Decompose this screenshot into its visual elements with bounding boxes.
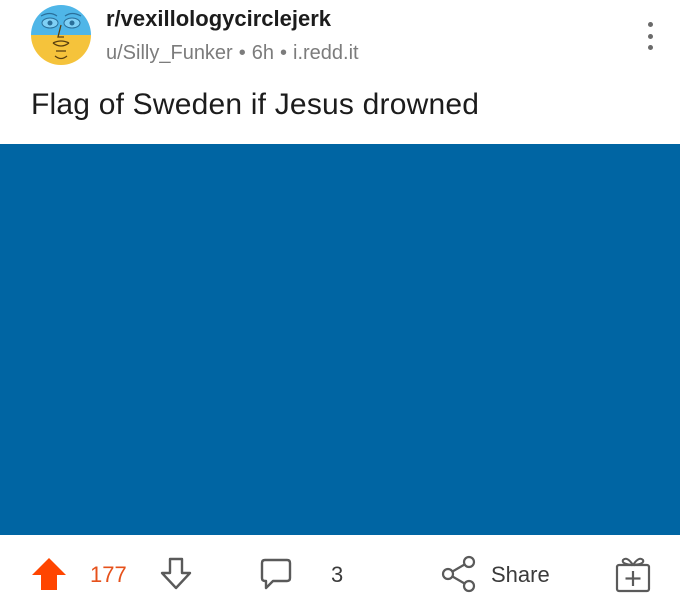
author-link[interactable]: u/Silly_Funker xyxy=(106,42,233,64)
downvote-arrow-icon[interactable] xyxy=(158,557,194,596)
menu-dot xyxy=(647,33,653,39)
menu-dot xyxy=(647,22,653,27)
vote-count: 177 xyxy=(90,562,127,587)
upvote-arrow-icon[interactable] xyxy=(30,557,68,596)
post-meta: u/Silly_Funker • 6h • i.redd.it xyxy=(106,42,359,65)
share-icon[interactable] xyxy=(441,555,477,598)
more-vertical-icon[interactable] xyxy=(638,18,662,54)
meta-separator: • xyxy=(279,42,287,64)
subreddit-avatar[interactable] xyxy=(31,5,91,65)
post-action-bar: 177 3 Share xyxy=(0,535,680,611)
avatar-icon xyxy=(31,5,91,65)
post-age: 6h xyxy=(251,42,274,64)
menu-dot xyxy=(647,45,653,50)
gift-award-icon[interactable] xyxy=(614,555,652,598)
comment-count: 3 xyxy=(331,562,344,587)
subreddit-name[interactable]: r/vexillologycirclejerk xyxy=(106,6,331,32)
post-domain[interactable]: i.redd.it xyxy=(293,42,359,64)
meta-separator: • xyxy=(238,42,246,64)
post-header: r/vexillologycirclejerk u/Silly_Funker • 6… xyxy=(0,0,680,80)
post-title[interactable]: Flag of Sweden if Jesus drowned xyxy=(31,88,479,122)
comment-bubble-icon[interactable] xyxy=(259,557,293,596)
share-label[interactable]: Share xyxy=(491,562,550,588)
post-image[interactable] xyxy=(0,144,680,535)
